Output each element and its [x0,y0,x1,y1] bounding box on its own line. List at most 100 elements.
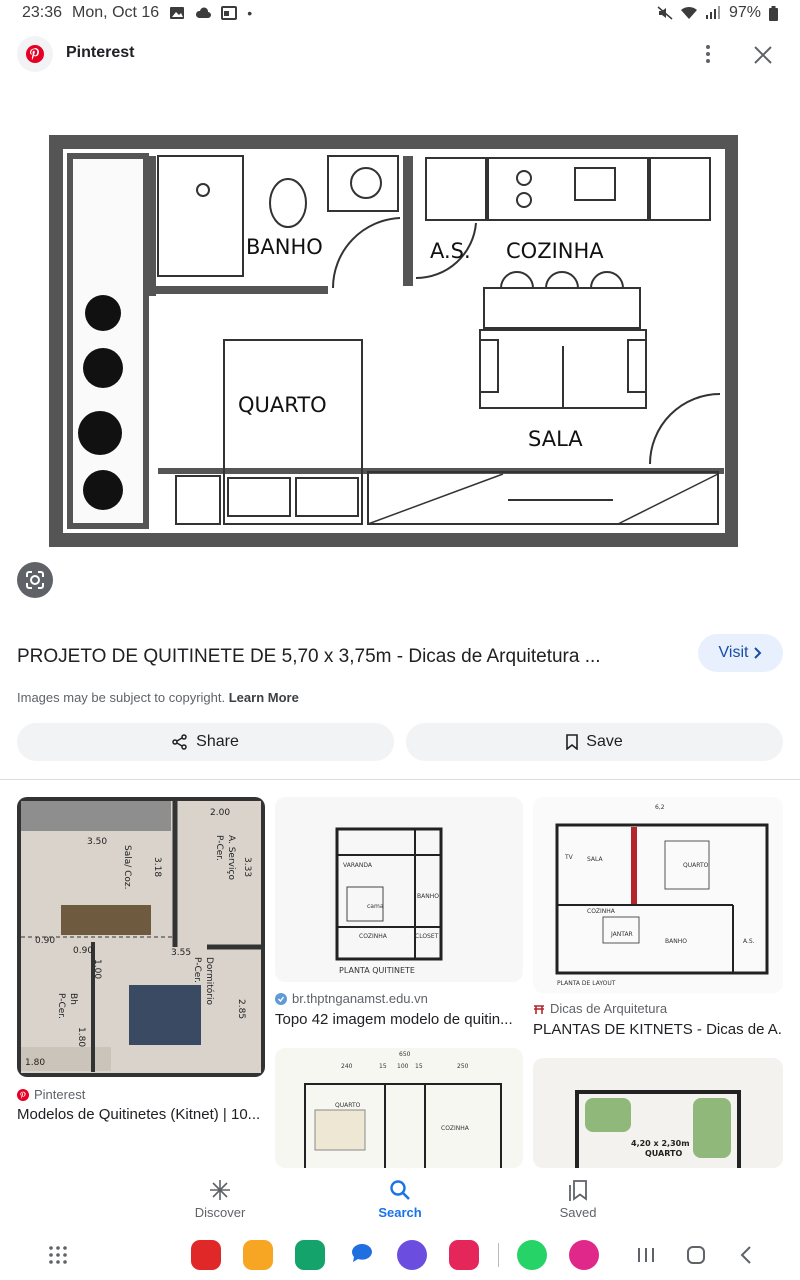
flipboard-icon[interactable] [191,1240,221,1270]
thumb-label: 3.18 [152,857,162,877]
thumb-label: BANHO [665,938,687,945]
thumb-label: 1.80 [76,1027,86,1047]
mute-icon [657,6,673,20]
close-icon[interactable] [752,44,774,66]
folder-icon[interactable] [243,1240,273,1270]
back-icon[interactable] [735,1244,757,1266]
internet-icon[interactable] [397,1240,427,1270]
verified-icon [275,992,287,1005]
thumb-label: 15 [415,1063,423,1070]
apps-grid-icon[interactable] [48,1245,68,1265]
calendar-icon [221,6,238,20]
copyright-notice: Images may be subject to copyright. Lear… [17,690,299,705]
floor-plan-thumbnail: 2.00 3.50 Sala/ Coz. 3.18 A. Serviço P-C… [17,797,265,1077]
thumb-label: QUARTO [335,1102,361,1109]
source-name: br.thptnganamst.edu.vn [292,991,428,1006]
floor-plan-image[interactable]: BANHO A.S. COZINHA QUARTO SALA [48,128,738,548]
tab-label: Discover [194,1204,246,1220]
messages-icon[interactable] [347,1240,377,1270]
thumb-label: A.S. [743,938,755,945]
thumb-label: 1.80 [25,1058,45,1068]
thumb-label: 15 [379,1063,387,1070]
thumb-label: QUARTO [683,862,709,869]
wifi-icon [680,6,697,20]
chevron-right-icon [754,647,762,659]
thumb-label: CLOSET [415,933,439,940]
related-source-1[interactable]: Pinterest [17,1087,85,1102]
thumb-label: 1.00 [92,959,102,979]
visit-button[interactable]: Visit [698,634,783,672]
related-image-1[interactable]: 2.00 3.50 Sala/ Coz. 3.18 A. Serviço P-C… [17,797,265,1077]
thumb-label: BANHO [417,893,439,900]
thumb-label: 0.90 [73,946,93,956]
copyright-text: Images may be subject to copyright. [17,690,226,705]
thumb-label: 6,2 [655,804,665,811]
bookmark-icon [566,734,579,750]
dicas-logo-icon [534,1004,544,1014]
save-label: Save [586,733,623,750]
status-bar: 23:36 Mon, Oct 16 • 97% [0,0,800,26]
thumb-label: JANTAR [610,931,633,938]
whatsapp-icon[interactable] [517,1240,547,1270]
section-divider [0,779,800,780]
thumb-label: PLANTA QUITINETE [339,966,415,975]
thumb-label: 240 [341,1063,353,1070]
source-name: Dicas de Arquitetura [550,1001,668,1016]
pinterest-icon [17,1088,29,1101]
battery-percent: 97% [728,4,761,21]
related-source-2[interactable]: br.thptnganamst.edu.vn [275,991,428,1006]
thumb-label: VARANDA [343,862,373,869]
google-lens-icon [26,571,44,589]
tab-label: Search [378,1204,422,1220]
related-image-4[interactable]: 650 240 15 100 15 250 QUARTO COZINHA [275,1048,523,1168]
thumb-label: P-Cer. [56,993,66,1019]
status-date: Mon, Oct 16 [72,4,160,21]
image-icon [170,7,185,19]
save-button[interactable]: Save [406,723,783,761]
thumb-label: 3.55 [171,948,191,958]
thumb-label: Dormitório [204,957,215,1005]
signal-icon [705,6,720,19]
cloud-icon [196,7,212,18]
related-image-5[interactable]: 4,20 x 2,30m QUARTO [533,1058,783,1168]
learn-more-link[interactable]: Learn More [229,690,299,705]
home-icon[interactable] [685,1244,707,1266]
system-dock [0,1230,800,1280]
tab-discover[interactable]: Discover [160,1168,280,1230]
related-image-3[interactable]: 6,2 SALA QUARTO COZINHA JANTAR BANHO A.S… [533,797,783,993]
tab-saved[interactable]: Saved [518,1168,638,1230]
phone-icon[interactable] [295,1240,325,1270]
viewer-header: Pinterest [0,34,800,74]
related-title-3[interactable]: PLANTAS DE KITNETS - Dicas de A... [533,1021,783,1038]
thumb-label: A. Serviço [226,835,236,880]
source-name: Pinterest [34,1087,86,1102]
thumb-label: TV [564,854,574,861]
thumb-label: P-Cer. [214,835,224,861]
pinterest-logo [17,36,53,72]
share-button[interactable]: Share [17,723,394,761]
result-title[interactable]: PROJETO DE QUITINETE DE 5,70 x 3,75m - D… [17,646,667,668]
thumb-label: PLANTA DE LAYOUT [557,980,616,987]
related-image-2[interactable]: PLANTA QUITINETE VARANDA BANHO COZINHA C… [275,797,523,982]
related-source-3[interactable]: Dicas de Arquitetura [533,1001,667,1016]
status-time: 23:36 [22,4,63,21]
thumb-label: COZINHA [359,933,388,940]
thumb-label: 0.90 [35,936,55,946]
dock-divider [498,1243,499,1267]
recents-icon[interactable] [635,1244,657,1266]
dot-icon: • [247,5,253,21]
lens-button[interactable] [17,562,53,598]
camera-icon[interactable] [449,1240,479,1270]
room-label-as: A.S. [430,239,471,263]
more-vert-icon[interactable] [698,42,718,66]
thumb-label: cama [367,903,384,910]
sparkle-icon [210,1179,230,1200]
tab-search[interactable]: Search [340,1168,460,1230]
bookmarks-icon [569,1179,587,1201]
related-title-2[interactable]: Topo 42 imagem modelo de quitin... [275,1011,523,1028]
visit-label: Visit [718,644,749,661]
room-label-banho: BANHO [246,235,323,259]
thumb-label: COZINHA [441,1125,470,1132]
related-title-1[interactable]: Modelos de Quitinetes (Kitnet) | 10... [17,1106,265,1123]
gallery-icon[interactable] [569,1240,599,1270]
